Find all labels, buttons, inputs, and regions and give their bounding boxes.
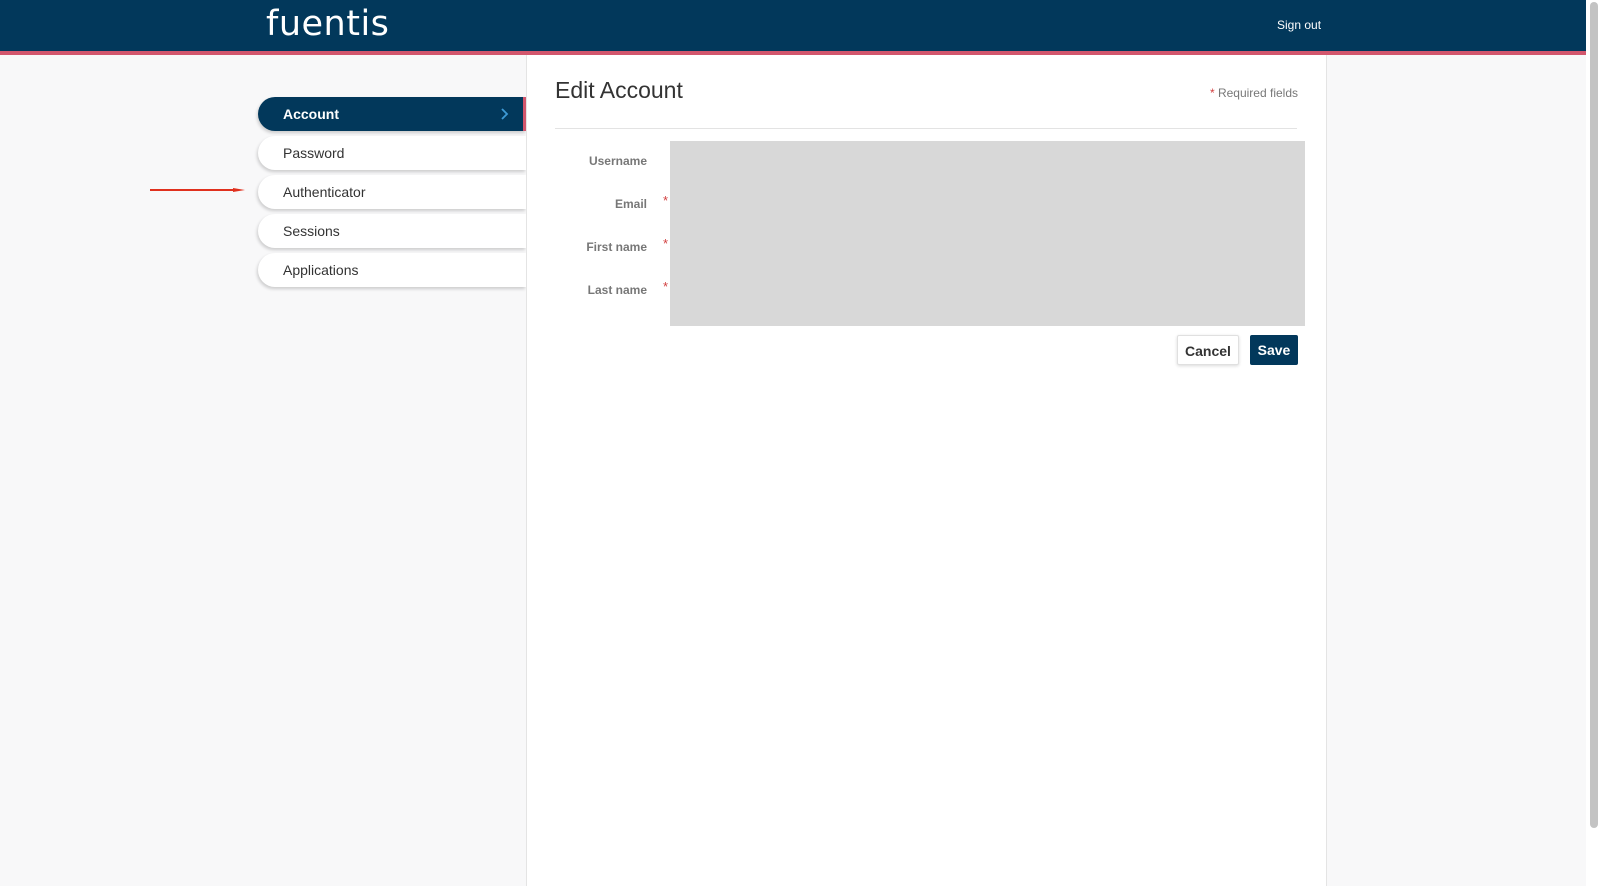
- top-header: fuentis Sign out: [0, 0, 1586, 55]
- sidebar-item-label: Applications: [283, 262, 359, 278]
- username-label: Username: [588, 154, 647, 168]
- first-name-label: First name: [586, 240, 647, 254]
- sidebar-item-applications[interactable]: Applications: [258, 253, 526, 287]
- sidebar-item-password[interactable]: Password: [258, 136, 526, 170]
- cancel-button[interactable]: Cancel: [1177, 335, 1239, 365]
- sidebar-item-label: Sessions: [283, 223, 340, 239]
- last-name-label: Last name: [587, 283, 647, 297]
- sign-out-link[interactable]: Sign out: [1277, 18, 1321, 32]
- sidebar-item-sessions[interactable]: Sessions: [258, 214, 526, 248]
- last-name-required-star: *: [663, 279, 669, 294]
- sidebar-item-account[interactable]: Account: [258, 97, 526, 131]
- required-star: *: [1209, 86, 1215, 100]
- annotation-arrow-icon: [150, 188, 245, 192]
- page-title: Edit Account: [555, 77, 683, 103]
- email-required-star: *: [663, 193, 669, 208]
- required-fields-note: * Required fields: [1210, 86, 1298, 100]
- account-sidebar: Account Password Authenticator Sessions …: [258, 97, 526, 292]
- fuentis-logo[interactable]: fuentis: [266, 4, 389, 44]
- sidebar-item-authenticator[interactable]: Authenticator: [258, 175, 526, 209]
- scrollbar-thumb[interactable]: [1590, 2, 1598, 828]
- first-name-required-star: *: [663, 236, 669, 251]
- title-divider: [555, 128, 1297, 129]
- redacted-input-fields[interactable]: [670, 141, 1305, 326]
- required-fields-label: Required fields: [1217, 86, 1298, 100]
- sidebar-item-label: Authenticator: [283, 184, 366, 200]
- edit-account-panel: Edit Account * Required fields Username …: [526, 55, 1327, 886]
- save-button[interactable]: Save: [1250, 335, 1298, 365]
- sidebar-item-label: Account: [283, 106, 339, 122]
- email-label: Email: [614, 197, 647, 211]
- sidebar-item-label: Password: [283, 145, 345, 161]
